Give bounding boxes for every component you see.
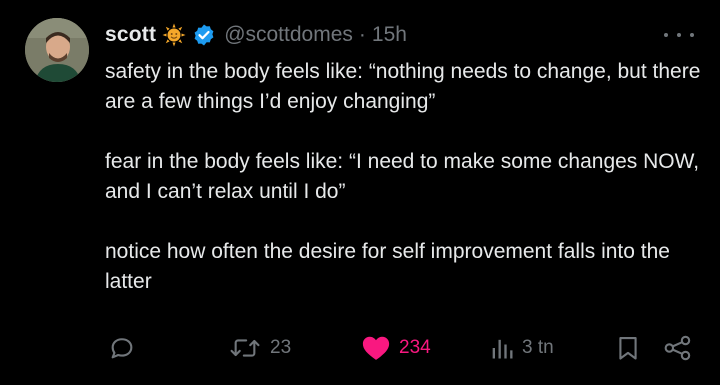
tweet-header: scott @scottdomes · 15h xyxy=(105,20,407,50)
tweet-paragraph: fear in the body feels like: “I need to … xyxy=(105,150,700,203)
author-name[interactable]: scott xyxy=(105,23,156,47)
retweet-count: 23 xyxy=(270,337,292,358)
header-separator: · xyxy=(358,23,366,46)
tweet-paragraph: safety in the body feels like: “nothing … xyxy=(105,60,701,113)
author-handle[interactable]: @scottdomes xyxy=(224,23,353,47)
bookmark-icon xyxy=(619,337,637,360)
retweet-button[interactable]: 23 xyxy=(228,330,291,366)
reply-button[interactable] xyxy=(108,330,136,366)
tweet-text: safety in the body feels like: “nothing … xyxy=(105,57,705,297)
action-bar: 23 234 3 tn xyxy=(0,330,720,366)
verified-badge-icon[interactable] xyxy=(192,23,216,47)
views-button[interactable]: 3 tn xyxy=(490,330,554,366)
share-button[interactable] xyxy=(663,330,693,366)
sun-emoji-icon xyxy=(162,23,186,47)
avatar[interactable] xyxy=(25,18,89,82)
share-icon xyxy=(664,335,691,361)
retweet-icon xyxy=(230,339,260,357)
bookmark-button[interactable] xyxy=(616,330,640,366)
views-count: 3 tn xyxy=(522,337,554,358)
like-button[interactable]: 234 xyxy=(361,330,431,366)
tweet-timestamp[interactable]: 15h xyxy=(372,23,407,47)
more-options-icon[interactable] xyxy=(664,25,694,45)
reply-icon xyxy=(111,338,133,359)
views-chart-icon xyxy=(492,339,513,359)
tweet-paragraph: notice how often the desire for self imp… xyxy=(105,240,670,293)
heart-icon xyxy=(362,336,390,360)
like-count: 234 xyxy=(399,337,431,358)
